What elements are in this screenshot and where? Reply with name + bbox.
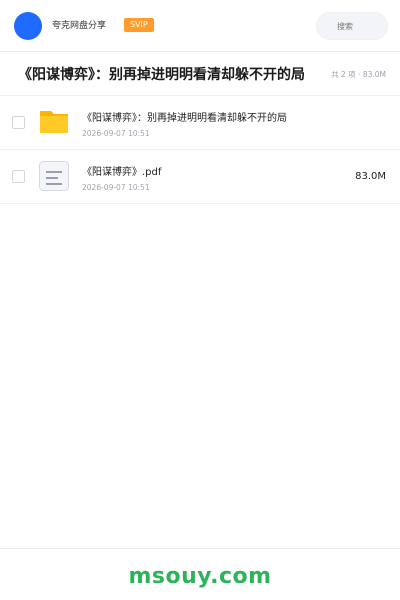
row-checkbox[interactable] bbox=[12, 116, 25, 129]
file-date: 2026-09-07 10:51 bbox=[82, 183, 150, 192]
watermark: msouy.com bbox=[128, 564, 272, 589]
avatar[interactable] bbox=[14, 12, 42, 40]
share-page: 夸克网盘分享 SVIP 《阳谋博弈》：别再掉进明明看清却躲不开的局 共 2 项 … bbox=[0, 0, 400, 600]
folder-icon bbox=[40, 111, 68, 133]
file-name[interactable]: 《阳谋博弈》.pdf bbox=[82, 166, 161, 180]
row-checkbox[interactable] bbox=[12, 170, 25, 183]
document-icon bbox=[39, 161, 69, 191]
svip-badge: SVIP bbox=[124, 18, 154, 32]
folder-meta: 共 2 项 · 83.0M bbox=[331, 70, 386, 79]
file-row[interactable]: 《阳谋博弈》：别再掉进明明看清却躲不开的局 2026-09-07 10:51 bbox=[0, 96, 400, 150]
file-name[interactable]: 《阳谋博弈》：别再掉进明明看清却躲不开的局 bbox=[82, 112, 287, 126]
folder-title: 《阳谋博弈》：别再掉进明明看清却躲不开的局 bbox=[18, 67, 305, 83]
footer-bar: msouy.com bbox=[0, 548, 400, 600]
search-input[interactable] bbox=[316, 12, 388, 40]
file-size: 83.0M bbox=[355, 171, 386, 182]
folder-header: 《阳谋博弈》：别再掉进明明看清却躲不开的局 共 2 项 · 83.0M bbox=[0, 52, 400, 96]
file-row[interactable]: 《阳谋博弈》.pdf 2026-09-07 10:51 83.0M bbox=[0, 150, 400, 204]
file-date: 2026-09-07 10:51 bbox=[82, 129, 150, 138]
app-name: 夸克网盘分享 bbox=[52, 21, 107, 31]
top-header: 夸克网盘分享 SVIP bbox=[0, 0, 400, 52]
